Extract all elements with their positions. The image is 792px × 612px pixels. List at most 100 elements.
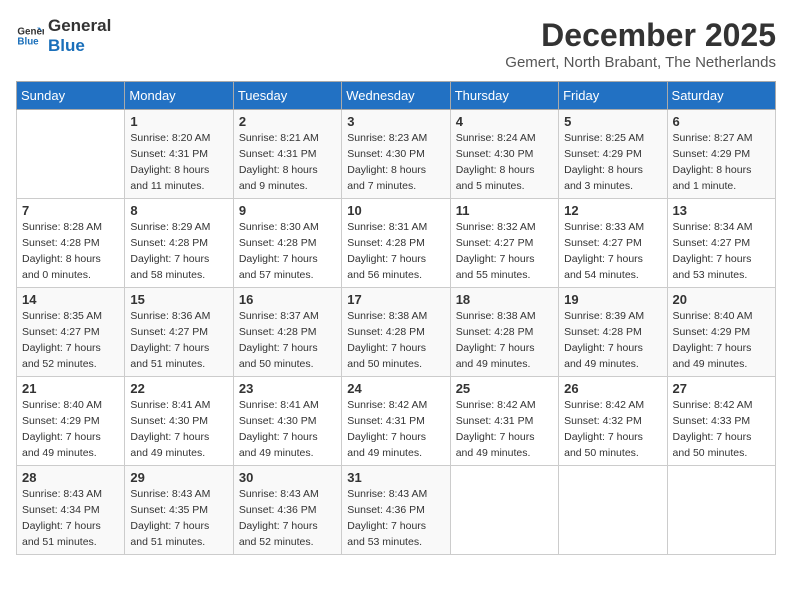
day-cell: 17Sunrise: 8:38 AMSunset: 4:28 PMDayligh… xyxy=(342,288,450,377)
daylight-label: Daylight: 7 hours and 50 minutes. xyxy=(673,431,752,459)
day-number: 14 xyxy=(22,292,119,307)
sunrise-label: Sunrise: 8:24 AM xyxy=(456,132,536,144)
day-number: 21 xyxy=(22,381,119,396)
daylight-label: Daylight: 8 hours and 9 minutes. xyxy=(239,164,318,192)
sunrise-label: Sunrise: 8:33 AM xyxy=(564,221,644,233)
daylight-label: Daylight: 7 hours and 57 minutes. xyxy=(239,253,318,281)
day-number: 31 xyxy=(347,470,444,485)
sunrise-label: Sunrise: 8:28 AM xyxy=(22,221,102,233)
daylight-label: Daylight: 7 hours and 55 minutes. xyxy=(456,253,535,281)
day-number: 11 xyxy=(456,203,553,218)
week-row-2: 7Sunrise: 8:28 AMSunset: 4:28 PMDaylight… xyxy=(17,199,776,288)
day-number: 25 xyxy=(456,381,553,396)
sunrise-label: Sunrise: 8:39 AM xyxy=(564,310,644,322)
sunrise-label: Sunrise: 8:38 AM xyxy=(456,310,536,322)
day-number: 24 xyxy=(347,381,444,396)
sunset-label: Sunset: 4:28 PM xyxy=(239,237,317,249)
daylight-label: Daylight: 7 hours and 50 minutes. xyxy=(239,342,318,370)
day-cell: 23Sunrise: 8:41 AMSunset: 4:30 PMDayligh… xyxy=(233,377,341,466)
sunset-label: Sunset: 4:28 PM xyxy=(564,326,642,338)
day-number: 30 xyxy=(239,470,336,485)
sunrise-label: Sunrise: 8:43 AM xyxy=(22,488,102,500)
col-header-wednesday: Wednesday xyxy=(342,82,450,110)
day-cell: 4Sunrise: 8:24 AMSunset: 4:30 PMDaylight… xyxy=(450,110,558,199)
sunrise-label: Sunrise: 8:35 AM xyxy=(22,310,102,322)
daylight-label: Daylight: 8 hours and 5 minutes. xyxy=(456,164,535,192)
day-number: 15 xyxy=(130,292,227,307)
day-number: 18 xyxy=(456,292,553,307)
sunrise-label: Sunrise: 8:21 AM xyxy=(239,132,319,144)
daylight-label: Daylight: 7 hours and 52 minutes. xyxy=(22,342,101,370)
day-info: Sunrise: 8:41 AMSunset: 4:30 PMDaylight:… xyxy=(130,398,227,461)
day-cell: 25Sunrise: 8:42 AMSunset: 4:31 PMDayligh… xyxy=(450,377,558,466)
daylight-label: Daylight: 7 hours and 58 minutes. xyxy=(130,253,209,281)
day-cell: 2Sunrise: 8:21 AMSunset: 4:31 PMDaylight… xyxy=(233,110,341,199)
sunset-label: Sunset: 4:27 PM xyxy=(456,237,534,249)
daylight-label: Daylight: 7 hours and 49 minutes. xyxy=(239,431,318,459)
day-info: Sunrise: 8:40 AMSunset: 4:29 PMDaylight:… xyxy=(673,309,770,372)
daylight-label: Daylight: 7 hours and 49 minutes. xyxy=(673,342,752,370)
day-number: 16 xyxy=(239,292,336,307)
sunrise-label: Sunrise: 8:42 AM xyxy=(564,399,644,411)
day-number: 27 xyxy=(673,381,770,396)
day-cell: 5Sunrise: 8:25 AMSunset: 4:29 PMDaylight… xyxy=(559,110,667,199)
sunset-label: Sunset: 4:31 PM xyxy=(130,148,208,160)
day-number: 19 xyxy=(564,292,661,307)
sunrise-label: Sunrise: 8:25 AM xyxy=(564,132,644,144)
day-number: 28 xyxy=(22,470,119,485)
daylight-label: Daylight: 7 hours and 51 minutes. xyxy=(130,520,209,548)
day-cell: 15Sunrise: 8:36 AMSunset: 4:27 PMDayligh… xyxy=(125,288,233,377)
daylight-label: Daylight: 8 hours and 0 minutes. xyxy=(22,253,101,281)
sunset-label: Sunset: 4:35 PM xyxy=(130,504,208,516)
daylight-label: Daylight: 8 hours and 3 minutes. xyxy=(564,164,643,192)
day-number: 20 xyxy=(673,292,770,307)
daylight-label: Daylight: 7 hours and 51 minutes. xyxy=(130,342,209,370)
day-cell: 16Sunrise: 8:37 AMSunset: 4:28 PMDayligh… xyxy=(233,288,341,377)
day-cell: 13Sunrise: 8:34 AMSunset: 4:27 PMDayligh… xyxy=(667,199,775,288)
day-info: Sunrise: 8:21 AM Sunset: 4:31 PM Daylight:… xyxy=(239,131,336,194)
day-info: Sunrise: 8:34 AMSunset: 4:27 PMDaylight:… xyxy=(673,220,770,283)
day-number: 4 xyxy=(456,114,553,129)
sunrise-label: Sunrise: 8:20 AM xyxy=(130,132,210,144)
day-cell: 10Sunrise: 8:31 AMSunset: 4:28 PMDayligh… xyxy=(342,199,450,288)
day-cell: 19Sunrise: 8:39 AMSunset: 4:28 PMDayligh… xyxy=(559,288,667,377)
sunrise-label: Sunrise: 8:42 AM xyxy=(456,399,536,411)
day-cell xyxy=(17,110,125,199)
sunset-label: Sunset: 4:31 PM xyxy=(456,415,534,427)
day-cell: 11Sunrise: 8:32 AMSunset: 4:27 PMDayligh… xyxy=(450,199,558,288)
day-cell: 21Sunrise: 8:40 AMSunset: 4:29 PMDayligh… xyxy=(17,377,125,466)
sunset-label: Sunset: 4:34 PM xyxy=(22,504,100,516)
day-cell: 24Sunrise: 8:42 AMSunset: 4:31 PMDayligh… xyxy=(342,377,450,466)
sunrise-label: Sunrise: 8:41 AM xyxy=(130,399,210,411)
location-subtitle: Gemert, North Brabant, The Netherlands xyxy=(505,54,776,71)
week-row-4: 21Sunrise: 8:40 AMSunset: 4:29 PMDayligh… xyxy=(17,377,776,466)
day-info: Sunrise: 8:25 AMSunset: 4:29 PMDaylight:… xyxy=(564,131,661,194)
col-header-tuesday: Tuesday xyxy=(233,82,341,110)
sunset-label: Sunset: 4:28 PM xyxy=(347,326,425,338)
sunset-label: Sunset: 4:28 PM xyxy=(239,326,317,338)
daylight-label: Daylight: 8 hours and 11 minutes. xyxy=(130,164,209,192)
day-info: Sunrise: 8:43 AMSunset: 4:36 PMDaylight:… xyxy=(239,487,336,550)
day-cell: 28 Sunrise: 8:43 AM Sunset: 4:34 PM Dayligh… xyxy=(17,466,125,555)
day-cell: 3Sunrise: 8:23 AMSunset: 4:30 PMDaylight… xyxy=(342,110,450,199)
day-cell: 30 Sunrise: 8:43 AMSunset: 4:36 PMDayligh… xyxy=(233,466,341,555)
daylight-label: Daylight: 7 hours and 50 minutes. xyxy=(564,431,643,459)
sunrise-label: Sunrise: 8:29 AM xyxy=(130,221,210,233)
daylight-label: Daylight: 7 hours and 49 minutes. xyxy=(130,431,209,459)
sunset-label: Sunset: 4:27 PM xyxy=(673,237,751,249)
day-number: 12 xyxy=(564,203,661,218)
day-info: Sunrise: 8:20 AM Sunset: 4:31 PM Daylight:… xyxy=(130,131,227,194)
sunset-label: Sunset: 4:33 PM xyxy=(673,415,751,427)
daylight-label: Daylight: 7 hours and 51 minutes. xyxy=(22,520,101,548)
sunset-label: Sunset: 4:28 PM xyxy=(456,326,534,338)
sunset-label: Sunset: 4:30 PM xyxy=(239,415,317,427)
sunset-label: Sunset: 4:31 PM xyxy=(347,415,425,427)
sunset-label: Sunset: 4:36 PM xyxy=(347,504,425,516)
logo-icon: General Blue xyxy=(16,22,44,50)
col-header-sunday: Sunday xyxy=(17,82,125,110)
sunset-label: Sunset: 4:31 PM xyxy=(239,148,317,160)
sunset-label: Sunset: 4:29 PM xyxy=(673,148,751,160)
sunset-label: Sunset: 4:27 PM xyxy=(22,326,100,338)
day-number: 29 xyxy=(130,470,227,485)
day-cell: 1Sunrise: 8:20 AMSunset: 4:31 PMDaylight… xyxy=(125,110,233,199)
